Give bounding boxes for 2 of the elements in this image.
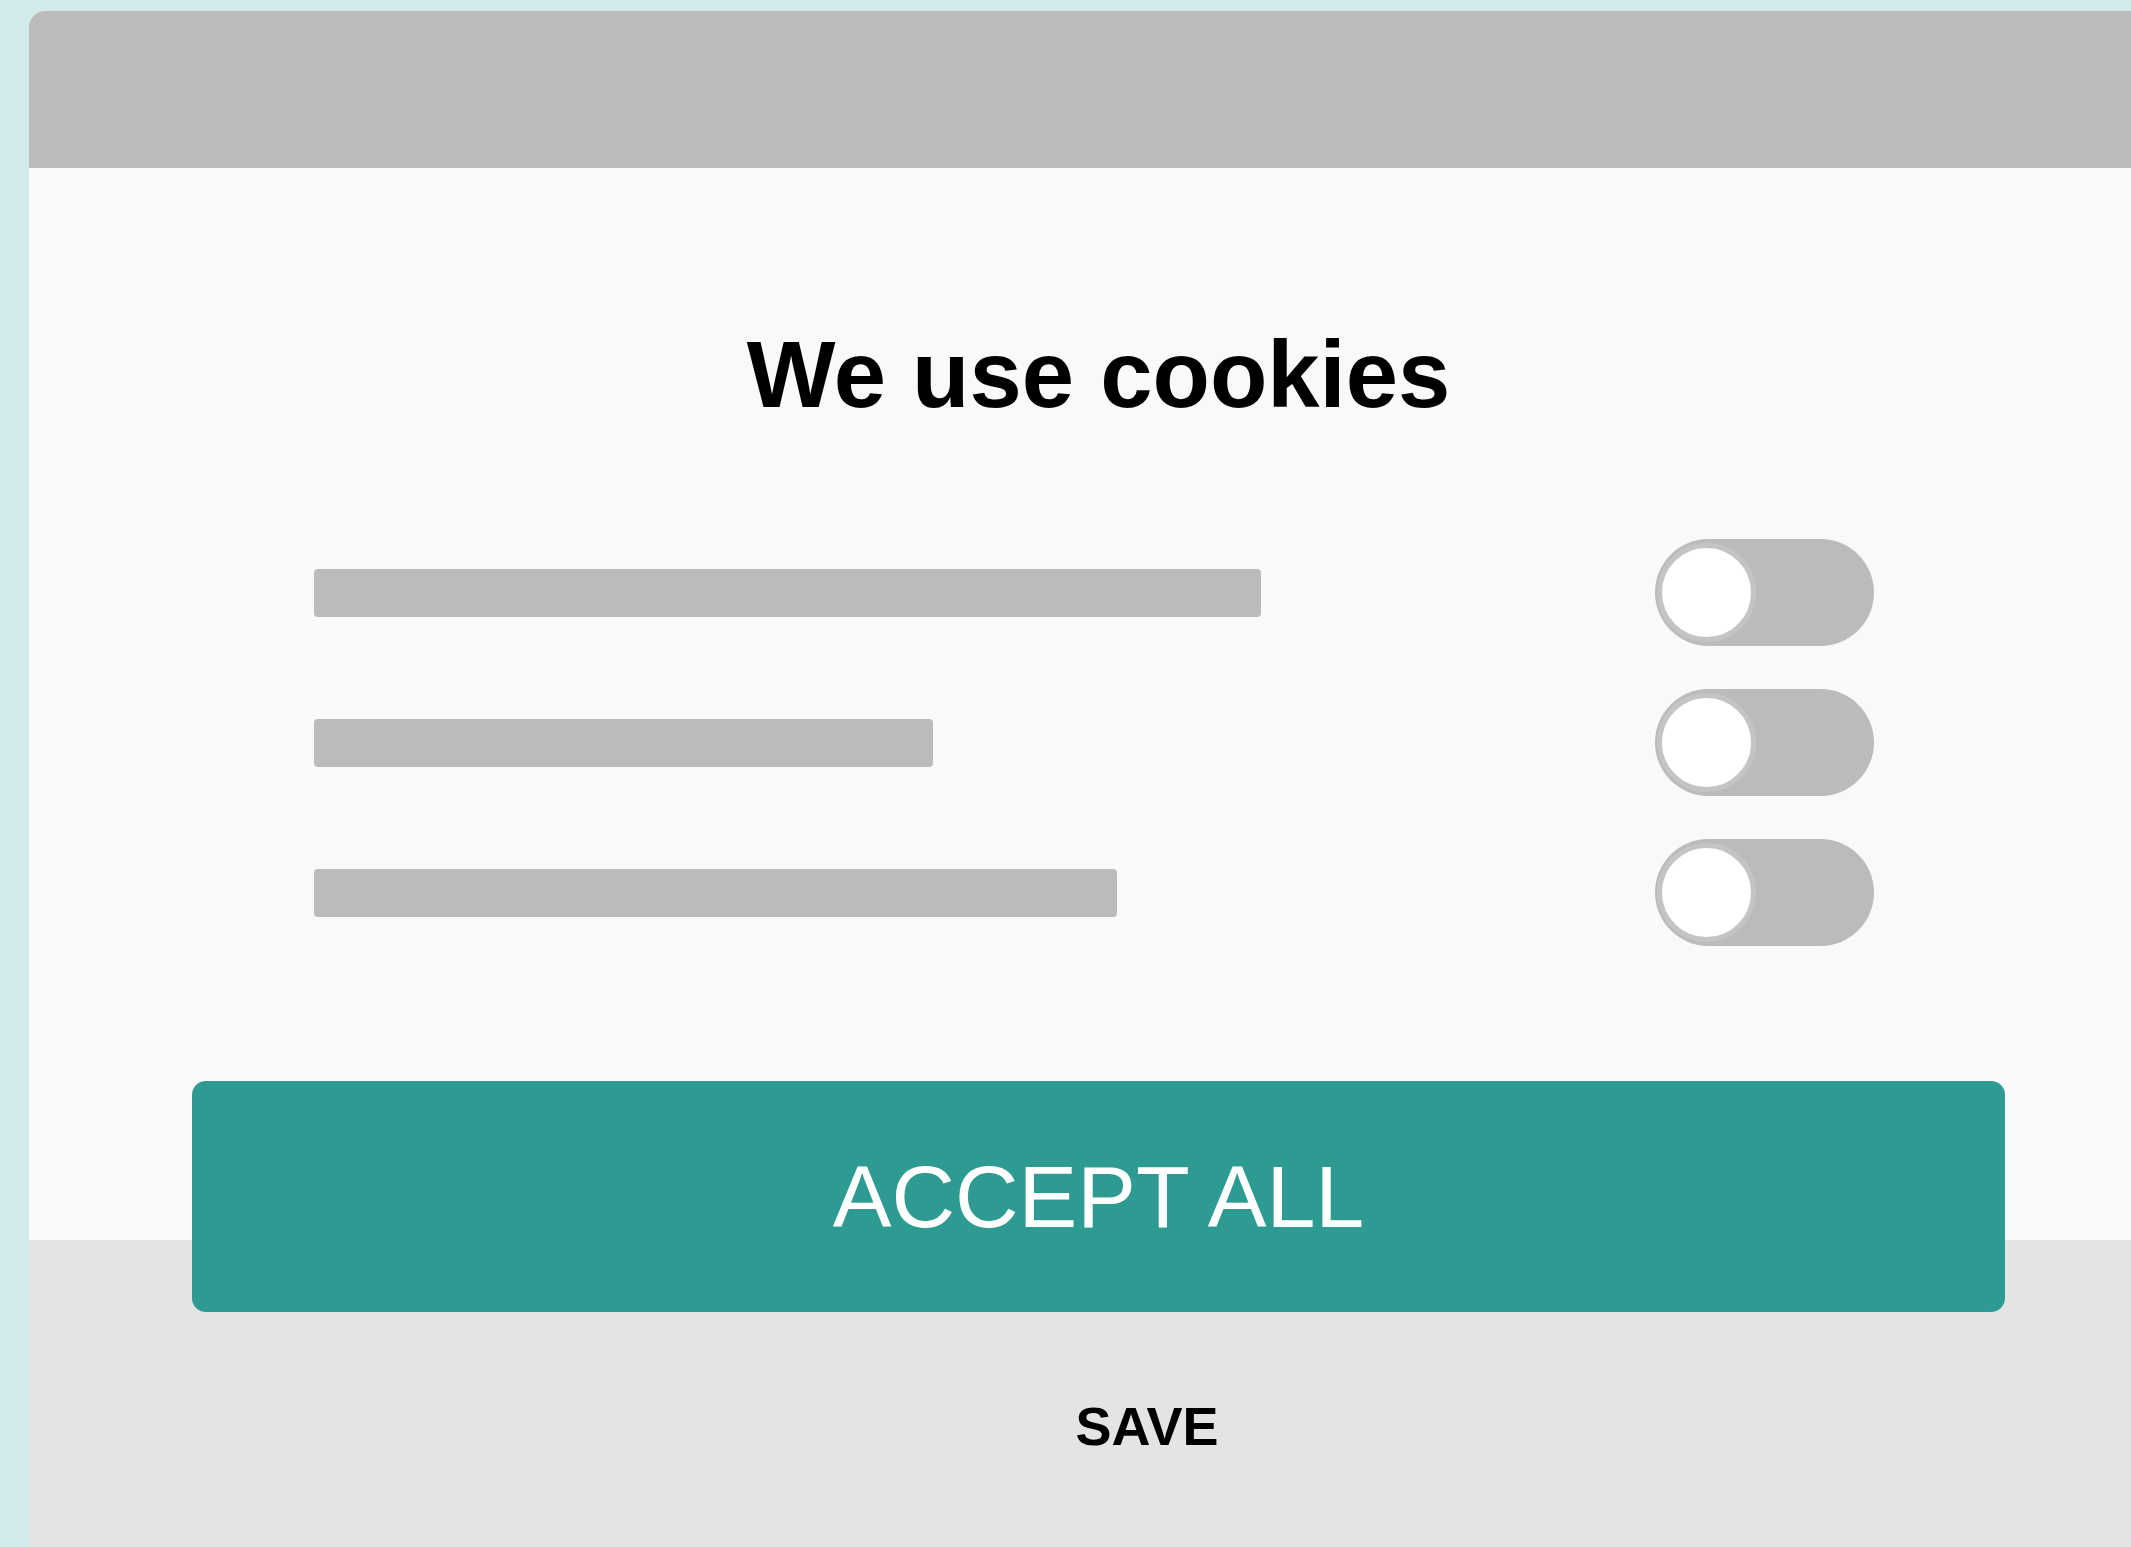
save-button[interactable]: SAVE [240, 1399, 2054, 1453]
dialog-title: We use cookies [746, 328, 1451, 422]
